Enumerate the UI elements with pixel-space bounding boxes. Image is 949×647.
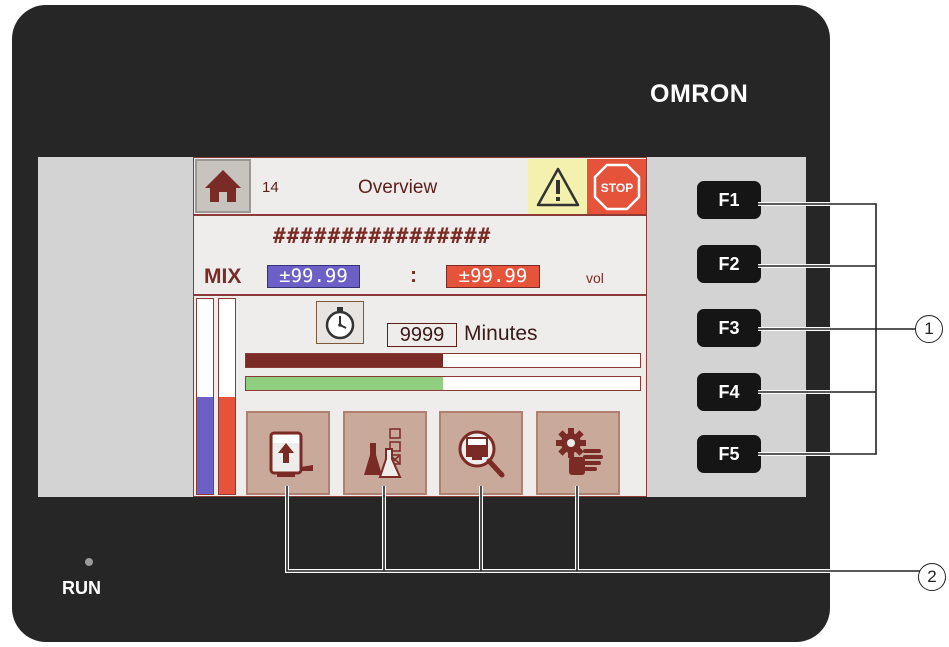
callout-leader-lines: [285, 202, 920, 573]
callout-2: 2: [918, 563, 946, 591]
run-label: RUN: [62, 578, 101, 598]
run-indicator-led: [85, 558, 93, 566]
callout-1: 1: [915, 315, 943, 343]
